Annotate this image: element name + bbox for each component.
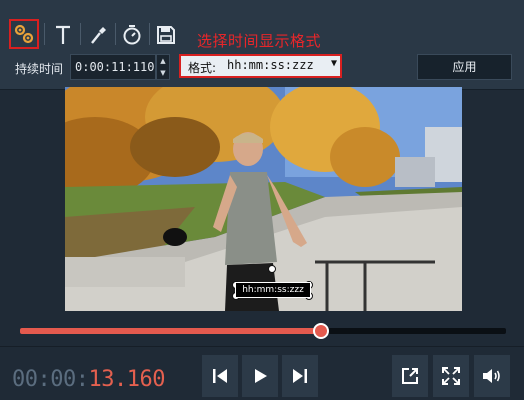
stopwatch-button[interactable] xyxy=(117,20,147,50)
export-button[interactable] xyxy=(392,355,428,397)
format-group: 格式: hh:mm:ss:zzz ▼ xyxy=(179,54,342,78)
timeline-progress xyxy=(20,328,322,334)
skip-back-button[interactable] xyxy=(202,355,238,397)
format-selected-value: hh:mm:ss:zzz xyxy=(227,58,314,72)
apply-button[interactable]: 应用 xyxy=(417,54,512,80)
duration-field[interactable]: 0:00:11:110 xyxy=(70,54,156,80)
gear-pair-icon xyxy=(14,24,34,44)
timeline-track[interactable] xyxy=(20,323,506,339)
timeline-playhead[interactable] xyxy=(313,323,330,339)
save-button[interactable] xyxy=(151,20,181,50)
skip-forward-button[interactable] xyxy=(282,355,318,397)
stepper-up-icon[interactable]: ▲ xyxy=(157,55,169,67)
skip-back-icon xyxy=(213,369,227,383)
timecode-lit: 13.160 xyxy=(88,367,165,392)
chevron-down-icon: ▼ xyxy=(330,58,337,69)
fullscreen-icon xyxy=(442,367,460,385)
format-dropdown[interactable]: hh:mm:ss:zzz ▼ xyxy=(221,58,339,74)
save-icon xyxy=(157,26,175,44)
current-timecode: 00:00:13.160 xyxy=(12,367,165,392)
rotate-handle[interactable] xyxy=(268,265,276,273)
fullscreen-button[interactable] xyxy=(433,355,469,397)
eyedropper-button[interactable] xyxy=(83,20,113,50)
video-preview[interactable] xyxy=(65,87,462,311)
text-icon xyxy=(56,25,70,44)
export-icon xyxy=(402,368,418,384)
skip-forward-icon xyxy=(293,369,307,383)
format-annotation: 选择时间显示格式 xyxy=(197,32,322,50)
video-frame-image xyxy=(65,87,462,311)
video-editor-window: 选择时间显示格式 持续时间 0:00:11:110 ▲ ▼ 格式: hh:mm:… xyxy=(0,0,524,400)
volume-icon xyxy=(483,369,500,383)
duration-label: 持续时间 xyxy=(15,62,64,76)
gear-pair-button[interactable] xyxy=(9,19,39,49)
stepper-down-icon[interactable]: ▼ xyxy=(157,67,169,79)
format-label: 格式: xyxy=(188,61,217,75)
text-tool-button[interactable] xyxy=(48,20,78,50)
stopwatch-icon xyxy=(123,25,141,45)
play-button[interactable] xyxy=(242,355,278,397)
top-toolbar: 选择时间显示格式 持续时间 0:00:11:110 ▲ ▼ 格式: hh:mm:… xyxy=(0,0,524,90)
timecode-dim: 00:00: xyxy=(12,367,89,392)
volume-button[interactable] xyxy=(474,355,510,397)
duration-stepper[interactable]: ▲ ▼ xyxy=(156,54,170,80)
play-icon xyxy=(255,369,267,383)
eyedropper-icon xyxy=(91,27,106,44)
timecode-overlay[interactable]: hh:mm:ss:zzz xyxy=(235,282,311,298)
